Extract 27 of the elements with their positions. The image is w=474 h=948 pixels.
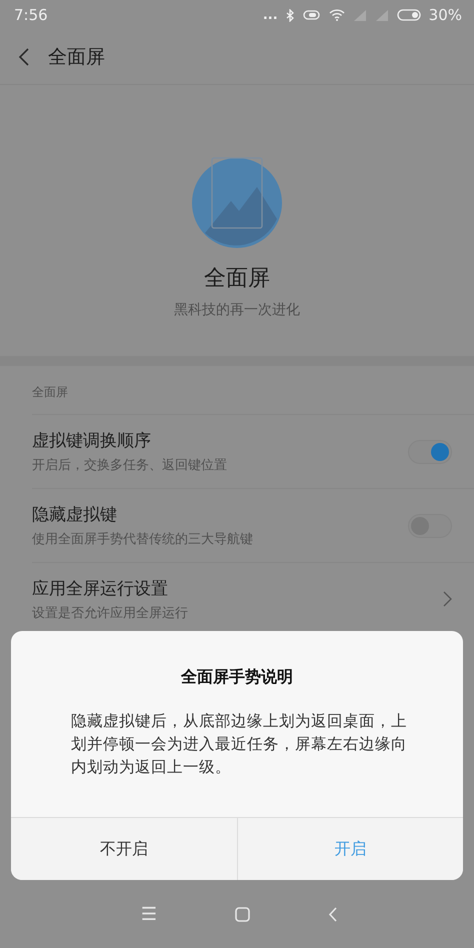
home-button[interactable]	[235, 906, 250, 922]
signal-icon	[374, 9, 389, 21]
enable-button[interactable]: 开启	[236, 818, 463, 880]
toggle-status-icon	[302, 9, 321, 21]
signal-icon	[352, 9, 367, 21]
setting-description: 开启后，交换多任务、返回键位置	[32, 457, 228, 474]
more-notifications: ...	[262, 8, 278, 22]
setting-title: 虚拟键调换顺序	[32, 430, 152, 452]
bluetooth-icon	[286, 8, 295, 22]
back-button[interactable]	[18, 47, 30, 67]
setting-description: 设置是否允许应用全屏运行	[32, 605, 189, 622]
section-header: 全面屏	[32, 366, 474, 415]
feature-subtitle: 黑科技的再一次进化	[174, 301, 300, 319]
setting-title: 应用全屏运行设置	[32, 578, 169, 600]
battery-percentage: 30%	[428, 6, 462, 24]
setting-description: 使用全面屏手势代替传统的三大导航键	[32, 531, 254, 548]
toggle-switch[interactable]	[408, 440, 452, 464]
clock: 7:56	[14, 6, 48, 24]
cancel-button[interactable]: 不开启	[11, 818, 236, 880]
page-title: 全面屏	[48, 45, 105, 70]
wifi-icon	[328, 9, 345, 21]
battery-icon	[396, 9, 421, 21]
dialog-title: 全面屏手势说明	[180, 667, 294, 688]
dialog-message: 隐藏虚拟键后，从底部边缘上划为返回桌面，上划并停顿一会为进入最近任务，屏幕左右边缘向内划动为返回上一级。	[70, 711, 408, 778]
feature-title: 全面屏	[204, 265, 270, 293]
setting-title: 隐藏虚拟键	[32, 504, 118, 526]
menu-button[interactable]: ☰	[140, 904, 158, 924]
